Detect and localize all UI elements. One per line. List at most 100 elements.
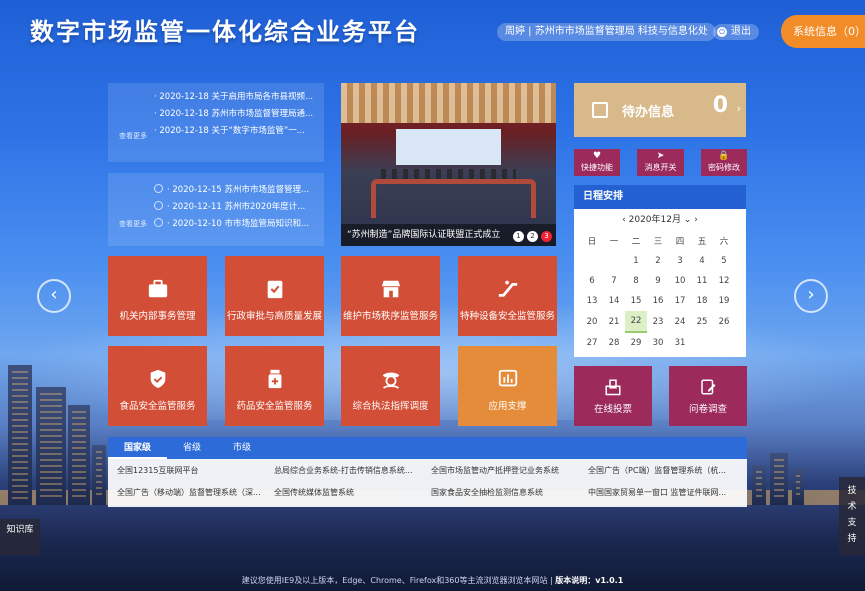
calendar-day[interactable]: 7 [603,271,625,291]
system-info-button[interactable]: 系统信息（0） [781,15,865,48]
calendar-day[interactable]: 15 [625,291,647,311]
calendar-day[interactable]: 27 [581,332,603,353]
calendar-day[interactable]: 12 [713,271,735,291]
calendar-day[interactable]: 30 [647,332,669,353]
calendar-day [691,332,713,353]
tech-support-tab[interactable]: 技术支持 [839,477,865,555]
news-more-link[interactable]: 查看更多 [118,219,148,229]
notice-item[interactable]: · 2020-12-18 关于“数字市场监管”一... [154,123,322,140]
news-item[interactable]: · 2020-12-11 苏州市2020年度计... [154,199,322,216]
calendar-day[interactable]: 18 [691,291,713,311]
notice-item[interactable]: · 2020-12-18 苏州市市场监督管理局通... [154,106,322,123]
calendar-day-today[interactable]: 22 [625,311,647,332]
calendar-day[interactable]: 4 [691,251,713,271]
calendar-day[interactable]: 31 [669,332,691,353]
calendar-day[interactable]: 16 [647,291,669,311]
calendar-day[interactable]: 25 [691,311,713,332]
carousel-page-dot[interactable]: 2 [527,231,538,242]
knowledge-base-tab[interactable]: 知识库 [0,519,40,555]
logout-button[interactable]: ⏻ 退出 [713,24,759,40]
user-info[interactable]: 周婷 | 苏州市市场监督管理局 科技与信息化处 [497,23,716,41]
tab-municipal[interactable]: 市级 [217,437,267,459]
calendar-day[interactable]: 1 [625,251,647,271]
system-link[interactable]: 国家食品安全抽检监测信息系统 [431,486,588,508]
calendar-day[interactable]: 13 [581,291,603,311]
background-building [770,453,788,505]
tab-provincial[interactable]: 省级 [167,437,217,459]
calendar-day[interactable]: 9 [647,271,669,291]
calendar-day[interactable]: 17 [669,291,691,311]
clock-icon [154,184,163,193]
notice-more-link[interactable]: 查看更多 [118,131,148,141]
tile-label: 维护市场秩序监管服务 [343,311,438,322]
weekday-label: 六 [713,231,735,251]
calendar-day[interactable]: 23 [647,311,669,332]
calendar-day[interactable]: 20 [581,311,603,332]
calendar-day[interactable]: 8 [625,271,647,291]
system-link[interactable]: 全国12315互联网平台 [117,464,274,486]
survey-label: 问卷调查 [689,404,727,415]
system-link[interactable]: 全国市场监管动产抵押登记业务系统 [431,464,588,486]
notice-item[interactable]: · 2020-12-18 关于启用市局各市县视频... [154,89,322,106]
carousel-page-dot-active[interactable]: 3 [541,231,552,242]
news-badge[interactable]: 新闻 查看更多 [118,187,148,237]
calendar-day[interactable]: 21 [603,311,625,332]
system-link[interactable]: 总局综合业务系统-打击传销信息系统... [274,464,431,486]
chevron-left-icon: ‹ [50,284,57,305]
calendar-month-selector[interactable]: ‹ 2020年12月 ⌄ › [574,209,746,231]
notice-badge[interactable]: 通告 查看更多 [118,99,148,149]
tile-market-order[interactable]: 维护市场秩序监管服务 [341,256,440,336]
tile-admin-approval[interactable]: 行政审批与高质量发展 [225,256,324,336]
quick-label: 密码修改 [708,163,740,172]
weekday-label: 三 [647,231,669,251]
pending-count: 0 [713,93,728,118]
ballot-box-icon [604,378,622,396]
tile-app-support[interactable]: 应用支撑 [458,346,557,426]
quick-function-button[interactable]: ♥ 快捷功能 [574,149,620,176]
online-vote-button[interactable]: 在线投票 [574,366,652,426]
calendar-day[interactable]: 14 [603,291,625,311]
pill-bottle-icon [264,368,286,390]
system-link[interactable]: 全国广告（PC端）监督管理系统（杭... [588,464,745,486]
calendar-day[interactable]: 26 [713,311,735,332]
calendar-day[interactable]: 3 [669,251,691,271]
prev-arrow-button[interactable]: ‹ [37,279,71,313]
tile-internal-affairs[interactable]: 机关内部事务管理 [108,256,207,336]
calendar-day[interactable]: 11 [691,271,713,291]
tile-special-equipment[interactable]: 特种设备安全监管服务 [458,256,557,336]
tile-law-enforcement[interactable]: 综合执法指挥调度 [341,346,440,426]
system-link[interactable]: 中国国家贸易单一窗口 监管证件联网... [588,486,745,508]
calendar-day[interactable]: 28 [603,332,625,353]
news-panel: 新闻 查看更多 · 2020-12-15 苏州市市场监督管理... · 2020… [108,173,324,246]
calendar-day[interactable]: 5 [713,251,735,271]
tile-label: 综合执法指挥调度 [352,401,428,412]
weekday-label: 四 [669,231,691,251]
links-tabs: 国家级 省级 市级 [108,437,747,459]
news-item[interactable]: · 2020-12-15 苏州市市场监督管理... [154,182,322,199]
logout-label: 退出 [731,24,751,40]
chart-icon [497,368,519,390]
calendar-day[interactable]: 6 [581,271,603,291]
pending-info-card[interactable]: 待办信息 0 › [574,83,746,137]
news-item[interactable]: · 2020-12-10 市市场监管局知识和... [154,216,322,233]
calendar-day[interactable]: 10 [669,271,691,291]
message-toggle-button[interactable]: ➤ 消息开关 [637,149,684,176]
carousel-page-dot[interactable]: 1 [513,231,524,242]
news-photo-carousel[interactable]: “苏州制造”品牌国际认证联盟正式成立 1 2 3 [341,83,556,246]
system-link[interactable]: 全国传统媒体监管系统 [274,486,431,508]
calendar-day [603,251,625,271]
system-link[interactable]: 全国广告（移动端）监督管理系统（深... [117,486,274,508]
password-change-button[interactable]: 🔒 密码修改 [701,149,747,176]
calendar-day[interactable]: 24 [669,311,691,332]
next-arrow-button[interactable]: › [794,279,828,313]
vote-label: 在线投票 [594,404,632,415]
calendar-day[interactable]: 2 [647,251,669,271]
calendar-day[interactable]: 29 [625,332,647,353]
calendar-day[interactable]: 19 [713,291,735,311]
tab-national[interactable]: 国家级 [108,437,167,459]
tile-food-safety[interactable]: 食品安全监管服务 [108,346,207,426]
background-building [36,387,66,505]
news-list: · 2020-12-15 苏州市市场监督管理... · 2020-12-11 苏… [154,182,322,233]
survey-button[interactable]: 问卷调查 [669,366,747,426]
tile-drug-safety[interactable]: 药品安全监管服务 [225,346,324,426]
